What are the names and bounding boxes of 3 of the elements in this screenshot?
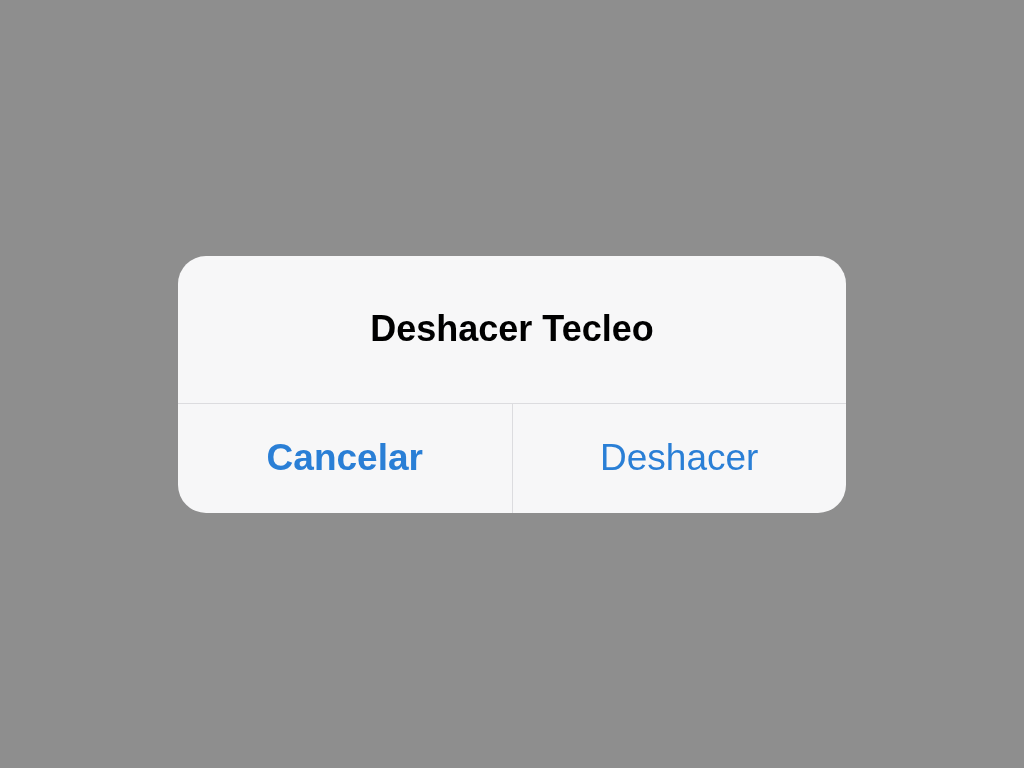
cancel-button[interactable]: Cancelar [178,403,512,513]
undo-button[interactable]: Deshacer [511,403,846,513]
dialog-title: Deshacer Tecleo [370,307,654,351]
